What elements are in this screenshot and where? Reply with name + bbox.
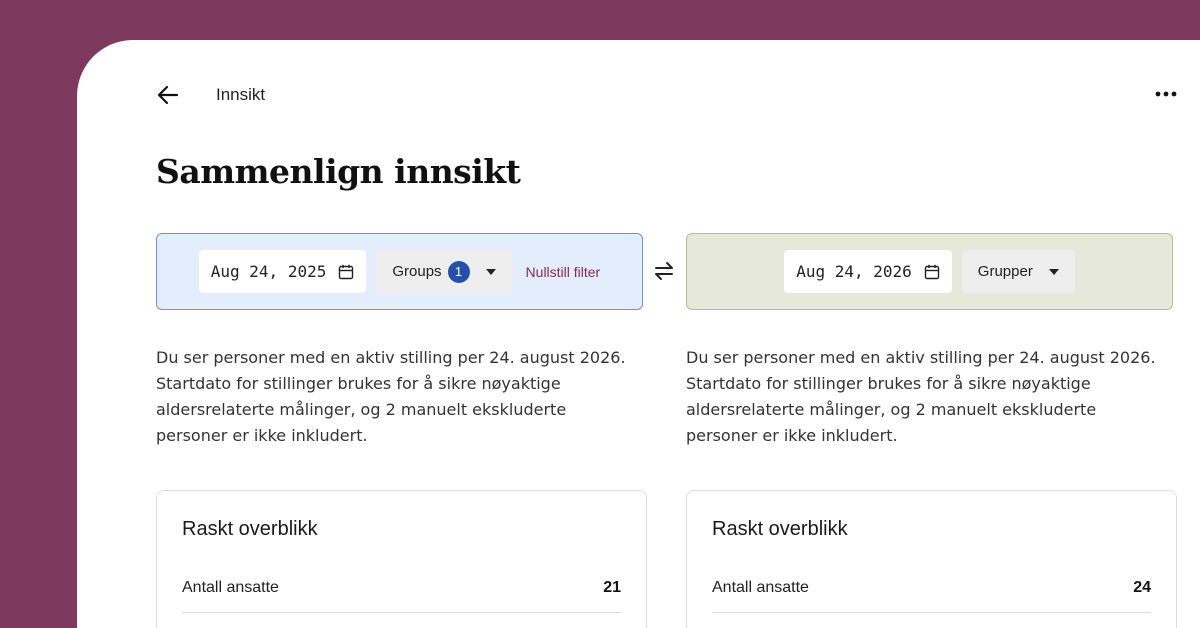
employee-count-row: Antall ansatte 24 [712, 563, 1151, 613]
right-groups-label: Grupper [977, 263, 1033, 280]
left-overview-card: Raskt overblikk Antall ansatte 21 [156, 490, 647, 628]
swap-arrows-icon [655, 262, 673, 280]
caret-down-icon [1048, 268, 1059, 275]
top-bar: Innsikt [77, 40, 1200, 150]
back-button[interactable] [155, 82, 181, 108]
left-filter-panel: Aug 24, 2025 Groups 1 Nullstill filter [156, 233, 643, 310]
employee-count-row: Antall ansatte 21 [182, 563, 621, 613]
right-date-value: Aug 24, 2026 [796, 262, 912, 281]
app-window: Innsikt Sammenlign innsikt Aug 24, 2025 [77, 40, 1200, 628]
arrow-left-icon [157, 85, 179, 105]
calendar-icon [338, 264, 354, 280]
row-value: 24 [1133, 578, 1151, 596]
left-description: Du ser personer med en aktiv stilling pe… [156, 348, 626, 445]
row-label: Antall ansatte [712, 578, 809, 596]
groups-count-badge: 1 [447, 260, 470, 283]
caret-down-icon [485, 268, 496, 275]
left-date-value: Aug 24, 2025 [210, 262, 327, 281]
right-description: Du ser personer med en aktiv stilling pe… [686, 348, 1156, 445]
card-title: Raskt overblikk [712, 518, 848, 540]
more-options-button[interactable] [1152, 82, 1180, 106]
left-groups-select[interactable]: Groups 1 [376, 250, 512, 293]
top-bar-title: Innsikt [216, 85, 266, 104]
left-date-picker[interactable]: Aug 24, 2025 [198, 250, 367, 293]
card-title: Raskt overblikk [182, 518, 318, 540]
swap-comparison-button[interactable] [651, 259, 677, 283]
calendar-icon [924, 264, 940, 280]
row-value: 21 [603, 578, 621, 596]
reset-filter-link[interactable]: Nullstill filter [526, 264, 601, 280]
more-horizontal-icon [1155, 91, 1177, 97]
right-filter-panel: Aug 24, 2026 Grupper [686, 233, 1173, 310]
right-groups-select[interactable]: Grupper [961, 250, 1075, 293]
left-groups-label: Groups [392, 263, 442, 280]
right-overview-card: Raskt overblikk Antall ansatte 24 [686, 490, 1177, 628]
right-date-picker[interactable]: Aug 24, 2026 [784, 250, 952, 293]
page-title: Sammenlign innsikt [156, 152, 521, 191]
row-label: Antall ansatte [182, 578, 279, 596]
